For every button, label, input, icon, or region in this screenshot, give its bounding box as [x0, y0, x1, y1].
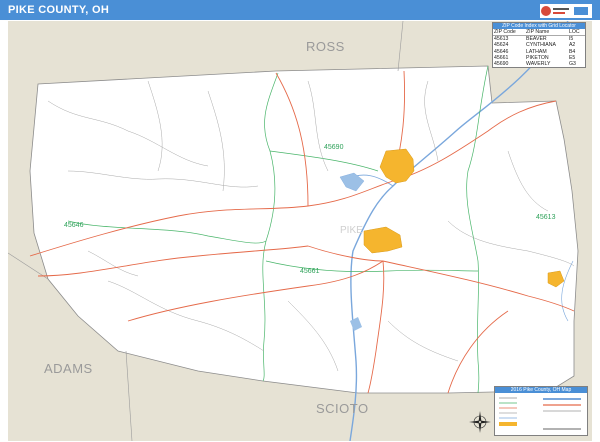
zip-loc-cell: G3 — [568, 61, 576, 68]
neighbor-label-scioto: SCIOTO — [316, 401, 369, 416]
pike-county-area — [29, 65, 579, 394]
publisher-logo — [540, 4, 592, 18]
map-title: PIKE COUNTY, OH — [8, 4, 110, 16]
table-row: 45624 CYNTHIANA A2 — [493, 42, 585, 48]
legend-swatches — [499, 397, 581, 430]
table-header-row: ZIP Code ZIP Name LOC — [493, 29, 585, 37]
title-bar: PIKE COUNTY, OH — [0, 0, 600, 20]
zip-label-45646: 45646 — [64, 222, 84, 229]
neighbor-label-ross: ROSS — [306, 39, 345, 54]
map-legend: 2016 Pike County, OH Map — [494, 386, 588, 436]
county-label-pike: PIKE — [340, 225, 363, 236]
zip-index-table: ZIP Code ZIP Name LOC 45613 BEAVER I5 45… — [493, 29, 585, 67]
column-header: ZIP Name — [525, 29, 568, 37]
zip-code-index: ZIP Code Index with Grid Locator ZIP Cod… — [492, 22, 586, 69]
map-area[interactable]: ROSS ADAMS SCIOTO PIKE 45690 45613 45646… — [8, 21, 592, 441]
zip-label-45613: 45613 — [536, 214, 556, 221]
zip-label-45661: 45661 — [300, 268, 320, 275]
zip-name-cell: WAVERLY — [526, 61, 551, 68]
zip-code-cell: 45613 — [494, 36, 509, 43]
zip-name-cell: BEAVER — [526, 36, 547, 43]
column-header: LOC — [567, 29, 585, 37]
zip-loc-cell: I5 — [568, 36, 574, 43]
column-header: ZIP Code — [493, 29, 525, 37]
county-map[interactable]: ROSS ADAMS SCIOTO PIKE 45690 45613 45646… — [8, 21, 592, 441]
zip-label-45690: 45690 — [324, 144, 344, 151]
compass-rose-icon — [469, 411, 491, 433]
table-row: 45613 BEAVER I5 — [493, 36, 585, 43]
neighbor-label-adams: ADAMS — [44, 361, 93, 376]
table-row: 45646 LATHAM B4 — [493, 49, 585, 55]
zip-code-cell: 45690 — [494, 61, 509, 68]
table-row: 45690 WAVERLY G3 — [493, 61, 585, 67]
legend-city-swatch — [499, 422, 517, 426]
